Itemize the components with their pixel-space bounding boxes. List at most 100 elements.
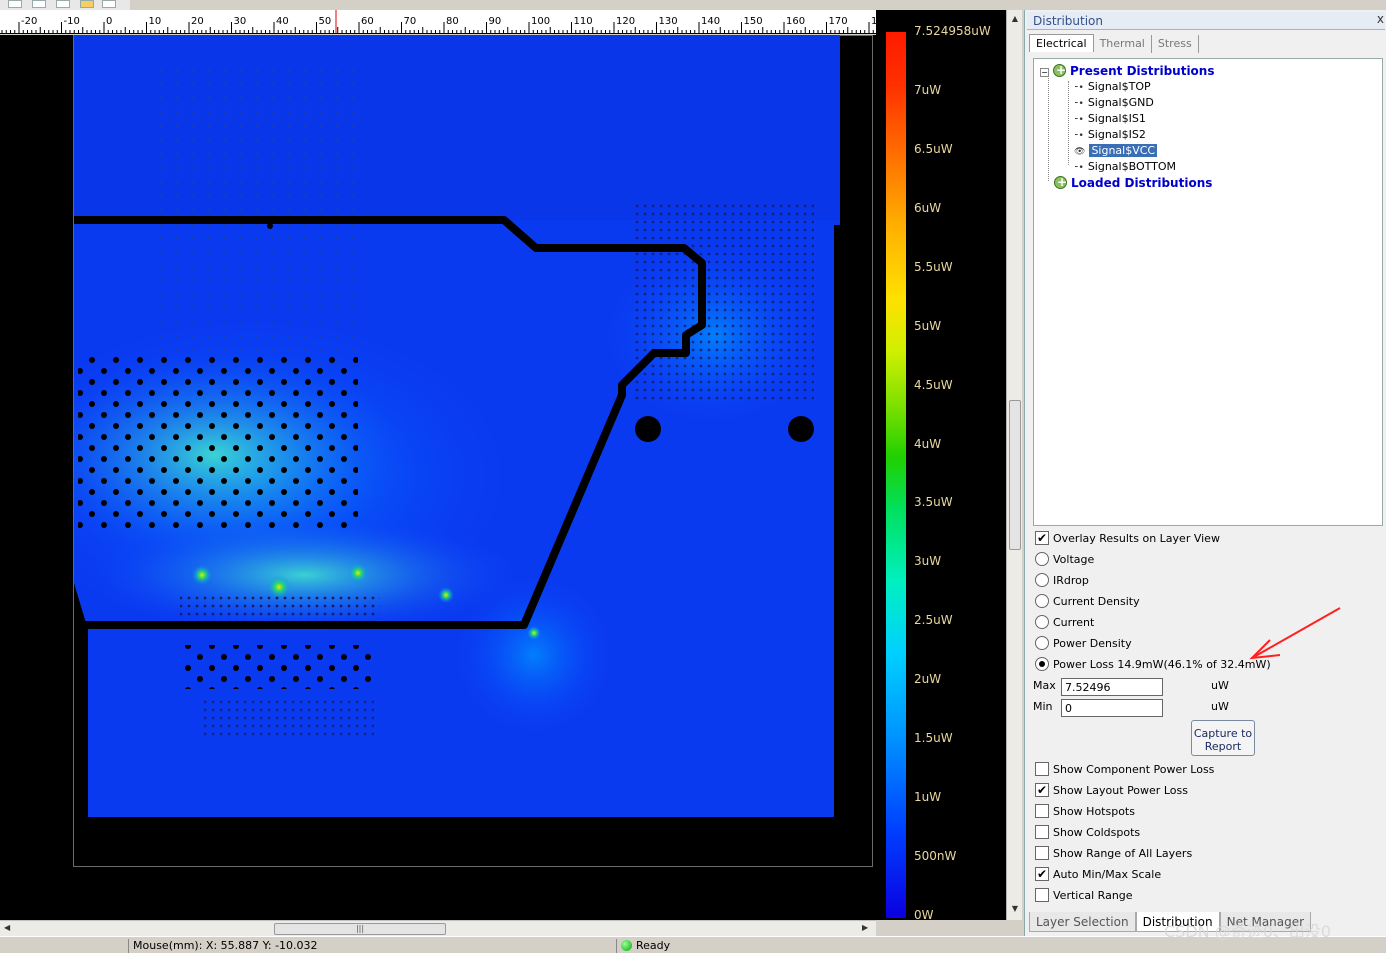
option-checkbox[interactable]: Show Hotspots [1035, 803, 1135, 821]
tree-connector [1048, 73, 1049, 181]
radio-button[interactable] [1035, 636, 1049, 650]
radio-label: Current Density [1053, 595, 1140, 608]
ruler-label: 80 [446, 16, 459, 27]
radio-option[interactable]: Power Loss 14.9mW(46.1% of 32.4mW) [1035, 656, 1271, 674]
ruler-label: 160 [786, 16, 805, 27]
tree-leaf-label: Signal$BOTTOM [1087, 160, 1177, 173]
option-checkbox[interactable]: Show Coldspots [1035, 824, 1140, 842]
scale-label: 6uW [914, 200, 942, 215]
close-icon[interactable]: x [1377, 12, 1384, 26]
distribution-root-icon [1053, 62, 1066, 78]
toolbar [0, 0, 130, 10]
horizontal-scrollbar[interactable]: ◀ ||| ▶ [0, 920, 876, 936]
scroll-left-icon[interactable]: ◀ [4, 923, 10, 932]
capture-to-report-button[interactable]: Capture to Report [1191, 720, 1255, 756]
min-value-input[interactable] [1061, 699, 1163, 717]
overlay-results-checkbox[interactable]: Overlay Results on Layer View [1035, 529, 1220, 548]
toolbar-button-5[interactable] [102, 0, 116, 8]
tree-node-present[interactable]: − Present Distributions [1040, 62, 1215, 79]
distribution-leaf-icon: ⁃• [1074, 163, 1084, 173]
overlay-results-label: Overlay Results on Layer View [1053, 532, 1220, 545]
color-scale: 7.524958uW 7uW 6.5uW 6uW 5.5uW 5uW 4.5uW 4uW 3.5… [876, 10, 1006, 922]
scale-label: 2uW [914, 672, 942, 687]
toolbar-button-4[interactable] [80, 0, 94, 8]
vertical-scrollbar[interactable]: ▲ ▼ [1006, 10, 1022, 920]
panel-tabs: Electrical Thermal Stress [1029, 34, 1199, 53]
radio-option[interactable]: Current [1035, 614, 1094, 632]
tree-leaf[interactable]: ⁃• Signal$IS2 [1074, 127, 1146, 143]
tab-thermal[interactable]: Thermal [1094, 35, 1152, 53]
tree-connector-2 [1068, 81, 1069, 165]
option-checkbox[interactable]: Show Range of All Layers [1035, 845, 1192, 863]
checkbox-box[interactable] [1035, 762, 1049, 776]
status-ok-icon [621, 940, 632, 951]
scroll-right-icon[interactable]: ▶ [862, 923, 868, 932]
mouse-coordinates: Mouse(mm): X: 55.887 Y: -10.032 [128, 939, 618, 953]
option-checkbox[interactable]: Show Layout Power Loss [1035, 781, 1188, 800]
option-checkbox[interactable]: Show Component Power Loss [1035, 761, 1214, 779]
horizontal-ruler: -20 -10 0 10 20 30 40 50 60 70 80 90 100 110 120 130 140… [0, 10, 876, 34]
toolbar-button-1[interactable] [8, 0, 22, 8]
ruler-label: 110 [574, 16, 593, 27]
toolbar-button-2[interactable] [32, 0, 46, 8]
power-loss-plot[interactable] [74, 35, 840, 817]
tree-leaf[interactable]: ⁃• Signal$BOTTOM [1074, 159, 1176, 175]
scroll-up-icon[interactable]: ▲ [1009, 14, 1021, 24]
distribution-leaf-icon: ⁃• [1074, 131, 1084, 141]
radio-button[interactable] [1035, 657, 1049, 671]
ruler-label: 150 [744, 16, 763, 27]
option-checkbox[interactable]: Auto Min/Max Scale [1035, 865, 1162, 884]
radio-option[interactable]: Voltage [1035, 551, 1094, 569]
tab-layer-selection[interactable]: Layer Selection [1029, 912, 1136, 932]
collapse-icon[interactable]: − [1040, 68, 1049, 77]
ruler-label: 100 [531, 16, 550, 27]
eye-icon: 👁 [1074, 147, 1086, 157]
hotspot-4 [438, 587, 454, 603]
checkbox-box[interactable] [1035, 529, 1049, 547]
radio-option[interactable]: Power Density [1035, 635, 1132, 653]
radio-button[interactable] [1035, 594, 1049, 608]
checkbox-box[interactable] [1035, 846, 1049, 860]
distribution-leaf-icon: ⁃• [1074, 115, 1084, 125]
toolbar-button-3[interactable] [56, 0, 70, 8]
tab-stress[interactable]: Stress [1152, 35, 1199, 53]
vertical-scroll-thumb[interactable] [1009, 400, 1021, 550]
tree-node-present-label: Present Distributions [1070, 64, 1215, 78]
scale-label: 3.5uW [914, 495, 953, 510]
radio-label: Power Density [1053, 637, 1132, 650]
ruler-label: -10 [64, 16, 80, 27]
radio-button[interactable] [1035, 552, 1049, 566]
tree-node-loaded[interactable]: Loaded Distributions [1054, 174, 1212, 191]
tree-leaf[interactable]: ⁃• Signal$IS1 [1074, 111, 1146, 127]
max-value-input[interactable] [1061, 678, 1163, 696]
radio-option[interactable]: Current Density [1035, 593, 1140, 611]
ruler-label: -20 [21, 16, 37, 27]
tree-leaf[interactable]: ⁃• Signal$GND [1074, 95, 1154, 111]
checkbox-box[interactable] [1035, 804, 1049, 818]
radio-label: Power Loss 14.9mW(46.1% of 32.4mW) [1053, 658, 1271, 671]
horizontal-scroll-thumb[interactable]: ||| [274, 923, 446, 935]
ruler-label: 170 [829, 16, 848, 27]
checkbox-box[interactable] [1035, 781, 1049, 799]
panel-title: Distribution [1027, 12, 1385, 30]
checkbox-box[interactable] [1035, 865, 1049, 883]
tree-leaf[interactable]: 👁 Signal$VCC [1074, 143, 1158, 159]
checkbox-box[interactable] [1035, 888, 1049, 902]
tab-electrical[interactable]: Electrical [1029, 34, 1094, 52]
scale-label: 7uW [914, 82, 942, 97]
scroll-down-icon[interactable]: ▼ [1009, 904, 1021, 914]
ruler-label: 90 [489, 16, 502, 27]
ruler-label: 0 [106, 16, 112, 27]
min-unit: uW [1211, 700, 1229, 713]
tree-leaf-label: Signal$TOP [1087, 80, 1151, 93]
tree-leaf[interactable]: ⁃• Signal$TOP [1074, 79, 1151, 95]
option-checkbox[interactable]: Vertical Range [1035, 887, 1133, 905]
hotspot-5 [527, 626, 541, 640]
distribution-leaf-icon: ⁃• [1074, 83, 1084, 93]
checkbox-label: Auto Min/Max Scale [1053, 868, 1162, 881]
checkbox-box[interactable] [1035, 825, 1049, 839]
radio-button[interactable] [1035, 573, 1049, 587]
radio-button[interactable] [1035, 615, 1049, 629]
radio-option[interactable]: IRdrop [1035, 572, 1089, 590]
layout-canvas[interactable] [0, 35, 876, 920]
